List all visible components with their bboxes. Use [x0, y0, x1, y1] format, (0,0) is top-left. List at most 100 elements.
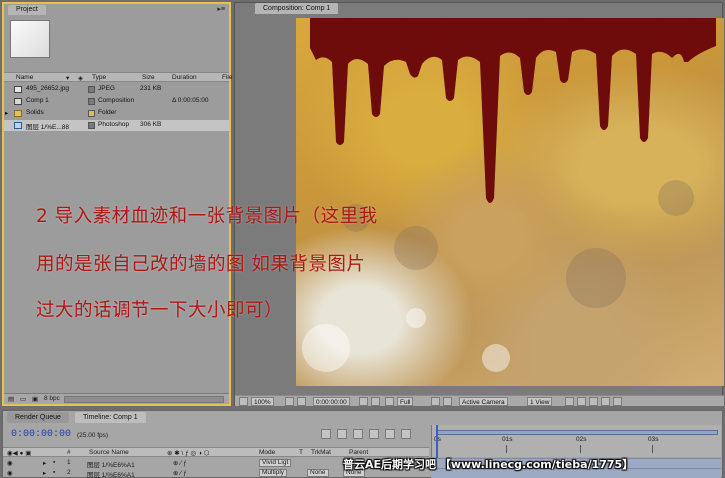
- resolution-dropdown[interactable]: Full: [397, 397, 414, 406]
- column-file[interactable]: File: [222, 74, 232, 81]
- column-number[interactable]: #: [67, 449, 71, 456]
- item-name: Comp 1: [26, 97, 49, 104]
- motion-blur-icon[interactable]: [385, 429, 395, 439]
- layer-label-swatch[interactable]: ▪: [53, 469, 55, 476]
- trkmat-dropdown[interactable]: None: [307, 469, 329, 477]
- snapshot-icon[interactable]: [359, 397, 368, 406]
- label-swatch[interactable]: [88, 110, 95, 117]
- layer-switches-icon[interactable]: ⊕ ∕ ƒ: [173, 459, 187, 467]
- column-name[interactable]: Name: [16, 74, 33, 81]
- frame-blending-icon[interactable]: [369, 429, 379, 439]
- project-item-comp[interactable]: Comp 1 Composition Δ 0:00:05:00: [4, 96, 229, 107]
- camera-dropdown[interactable]: Active Camera: [459, 397, 508, 406]
- transparency-grid-icon[interactable]: [443, 397, 452, 406]
- zoom-dropdown[interactable]: 100%: [251, 397, 274, 406]
- project-horizontal-scrollbar[interactable]: [64, 396, 224, 403]
- safe-zones-icon[interactable]: [285, 397, 294, 406]
- item-type: JPEG: [98, 85, 115, 92]
- project-item-jpeg[interactable]: 495_26652.jpg JPEG 231 KB: [4, 84, 229, 95]
- label-tag-icon[interactable]: ◈: [78, 74, 83, 82]
- always-preview-icon[interactable]: [239, 397, 248, 406]
- collapse-triangle-icon[interactable]: ▸: [43, 469, 46, 477]
- label-swatch[interactable]: [88, 98, 95, 105]
- label-swatch[interactable]: [88, 122, 95, 129]
- item-duration: Δ 0:00:05:00: [172, 97, 209, 104]
- sort-chevron-icon[interactable]: ▾: [66, 74, 69, 82]
- tab-timeline-comp[interactable]: Timeline: Comp 1: [75, 412, 146, 423]
- timeline-current-time[interactable]: 0:00:00:00: [11, 429, 71, 440]
- label-swatch[interactable]: [88, 86, 95, 93]
- image-file-icon: [14, 86, 22, 93]
- draft-3d-icon[interactable]: [337, 429, 347, 439]
- current-time-field[interactable]: 0:00:00:00: [313, 397, 350, 406]
- timeline-icon[interactable]: [589, 397, 598, 406]
- ruler-label: 02s: [576, 436, 587, 443]
- blend-mode-dropdown[interactable]: Vivid Ligt: [259, 459, 292, 467]
- collapse-triangle-icon[interactable]: ▸: [43, 459, 46, 467]
- view-layout-dropdown[interactable]: 1 View: [527, 397, 553, 406]
- tutorial-caption-line-1: 2 导入素材血迹和一张背景图片（这里我: [36, 206, 378, 227]
- toggle-pixel-aspect-icon[interactable]: [565, 397, 574, 406]
- eye-icon[interactable]: ◉: [7, 469, 13, 477]
- region-of-interest-icon[interactable]: [431, 397, 440, 406]
- expand-triangle-icon[interactable]: ▸: [5, 109, 8, 117]
- project-tab[interactable]: Project: [8, 5, 46, 15]
- composition-tab[interactable]: Composition: Comp 1: [255, 3, 339, 14]
- layer-source-name[interactable]: 图层 1/%E6%A1: [87, 469, 135, 478]
- av-features-icons: ◉◀ ● ▣: [7, 450, 32, 457]
- project-column-header: Name ▾ ◈ Type Size Duration File: [4, 72, 232, 82]
- column-t[interactable]: T: [299, 449, 303, 456]
- time-ruler[interactable]: 0s 01s 02s 03s: [431, 425, 721, 478]
- fast-previews-icon[interactable]: [577, 397, 586, 406]
- item-type: Composition: [98, 97, 135, 104]
- trash-icon[interactable]: ▤: [8, 395, 14, 403]
- tab-render-queue[interactable]: Render Queue: [7, 412, 69, 423]
- show-channel-icon[interactable]: [371, 397, 380, 406]
- mask-view-icon[interactable]: [297, 397, 306, 406]
- panel-menu-icon[interactable]: ▸≡: [217, 5, 225, 13]
- column-type[interactable]: Type: [92, 74, 106, 81]
- item-size: 231 KB: [140, 85, 162, 92]
- column-duration[interactable]: Duration: [172, 74, 197, 81]
- frame-rate-label: (25.00 fps): [77, 432, 109, 439]
- layer-label-swatch[interactable]: ▪: [53, 459, 55, 466]
- exposure-icon[interactable]: [613, 397, 622, 406]
- flowchart-icon[interactable]: [601, 397, 610, 406]
- hide-shy-layers-icon[interactable]: [353, 429, 363, 439]
- eye-icon[interactable]: ◉: [7, 459, 13, 467]
- comp-mini-flowchart-icon[interactable]: [321, 429, 331, 439]
- new-comp-icon[interactable]: ▣: [32, 395, 38, 403]
- blend-mode-dropdown[interactable]: Multiply: [259, 469, 288, 477]
- switches-icons: ⊕ ✱ \ ƒ ◎ ◑ ⬡: [167, 450, 210, 457]
- project-item-solids[interactable]: ▸ Solids Folder: [4, 108, 229, 119]
- ruler-tick: [506, 445, 507, 453]
- project-item-photoshop[interactable]: 图层 1/%E...88 Photoshop 306 KB: [4, 120, 229, 131]
- item-type: Folder: [98, 109, 117, 116]
- item-type: Photoshop: [98, 121, 130, 128]
- composition-control-bar: 100% 0:00:00:00 Full Active Camera 1 Vie…: [235, 395, 724, 406]
- graph-editor-icon[interactable]: [401, 429, 411, 439]
- layer-number: 1: [67, 459, 71, 466]
- ruler-tick: [652, 445, 653, 453]
- item-name: 图层 1/%E...88: [26, 124, 69, 131]
- project-thumbnail: [10, 20, 50, 58]
- column-trkmat[interactable]: TrkMat: [311, 449, 331, 456]
- layer-switches-icon[interactable]: ⊕ ∕ ƒ: [173, 469, 187, 477]
- column-mode[interactable]: Mode: [259, 449, 275, 456]
- item-name: 495_26652.jpg: [26, 85, 70, 92]
- work-area-bar[interactable]: [436, 430, 718, 435]
- color-channel-icon[interactable]: [385, 397, 394, 406]
- ruler-label: 03s: [648, 436, 659, 443]
- bpc-indicator[interactable]: 8 bpc: [44, 395, 60, 402]
- new-folder-icon[interactable]: ▭: [20, 395, 26, 403]
- composition-icon: [14, 98, 22, 105]
- tutorial-caption-line-2: 用的是张自己改的墙的图 如果背景图片: [36, 254, 366, 275]
- ruler-tick: [580, 445, 581, 453]
- column-source-name[interactable]: Source Name: [89, 449, 129, 456]
- column-parent[interactable]: Parent: [349, 449, 368, 456]
- column-size[interactable]: Size: [142, 74, 155, 81]
- site-watermark: 普云AE后期学习吧 【www.linecg.com/tieba/1775】: [343, 458, 634, 471]
- ruler-label: 01s: [502, 436, 513, 443]
- tutorial-caption-line-3: 过大的话调节一下大小即可）: [36, 300, 284, 321]
- folder-icon: [14, 110, 22, 117]
